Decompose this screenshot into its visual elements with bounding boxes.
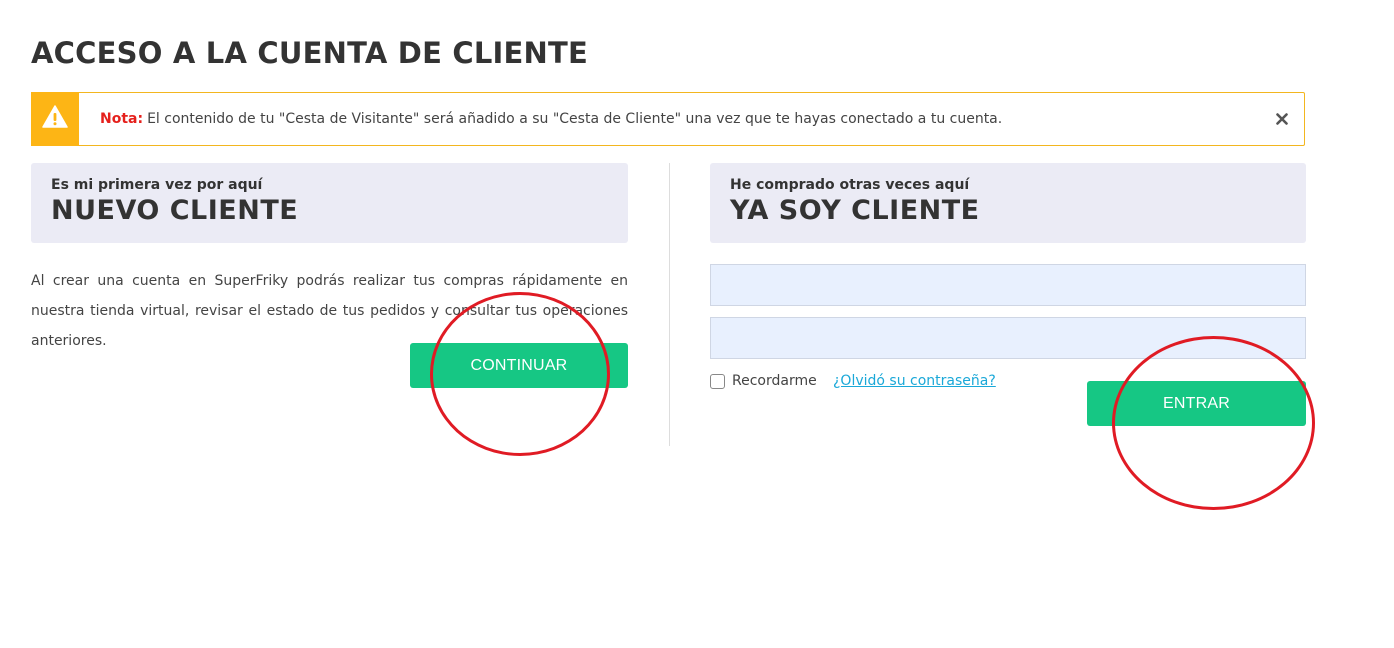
forgot-password-link[interactable]: ¿Olvidó su contraseña?: [833, 373, 996, 389]
column-divider: [669, 163, 670, 446]
password-field[interactable]: [710, 317, 1306, 359]
close-icon[interactable]: [1272, 109, 1292, 129]
login-page: ACCESO A LA CUENTA DE CLIENTE Nota: El co…: [0, 0, 1394, 648]
note-alert: Nota: El contenido de tu "Cesta de Visita…: [31, 91, 1305, 146]
alert-icon-box: [31, 91, 79, 146]
new-customer-title: NUEVO CLIENTE: [51, 195, 299, 226]
existing-customer-subtitle: He comprado otras veces aquí: [730, 177, 970, 193]
enter-button[interactable]: ENTRAR: [1087, 381, 1306, 426]
alert-message: Nota: El contenido de tu "Cesta de Visita…: [100, 111, 1002, 127]
existing-customer-title: YA SOY CLIENTE: [730, 195, 980, 226]
page-title: ACCESO A LA CUENTA DE CLIENTE: [31, 36, 588, 70]
existing-customer-header: He comprado otras veces aquí YA SOY CLIE…: [710, 163, 1306, 243]
remember-me[interactable]: Recordarme: [710, 373, 817, 389]
remember-checkbox[interactable]: [710, 373, 725, 389]
email-field[interactable]: [710, 264, 1306, 306]
new-customer-header: Es mi primera vez por aquí NUEVO CLIENTE: [31, 163, 628, 243]
alert-message-text: El contenido de tu "Cesta de Visitante" …: [147, 111, 1003, 127]
new-customer-subtitle: Es mi primera vez por aquí: [51, 177, 263, 193]
alert-note-label: Nota:: [100, 111, 144, 127]
warning-icon: [42, 105, 68, 132]
remember-label: Recordarme: [732, 373, 817, 389]
continue-button[interactable]: CONTINUAR: [410, 343, 628, 388]
